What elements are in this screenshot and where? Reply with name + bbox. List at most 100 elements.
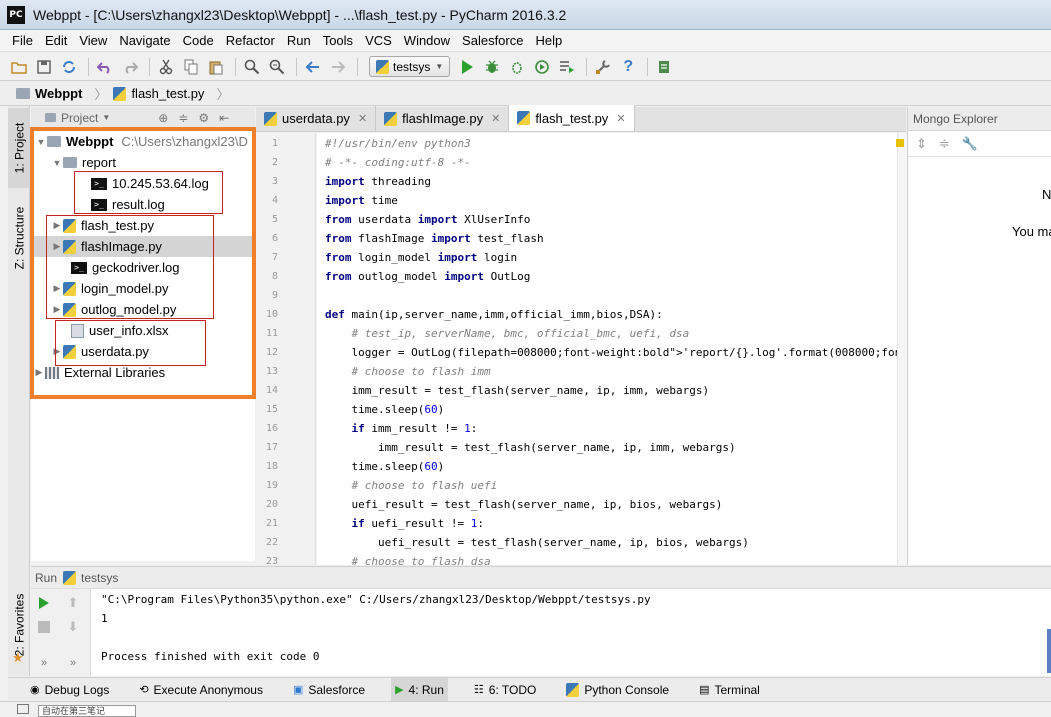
menu-run[interactable]: Run — [281, 33, 317, 48]
settings-wrench-icon[interactable] — [592, 56, 614, 78]
expand-all-icon[interactable]: ⇕ — [916, 136, 927, 152]
menu-view[interactable]: View — [73, 33, 113, 48]
code-line[interactable]: from outlog_model import OutLog — [325, 267, 530, 286]
up-arrow-icon[interactable]: ⬆ — [65, 595, 81, 611]
menu-help[interactable]: Help — [529, 33, 568, 48]
code-line[interactable]: # choose to flash dsa — [325, 552, 490, 565]
cut-icon[interactable] — [155, 56, 177, 78]
help-glyph: ? — [623, 57, 634, 75]
menu-salesforce[interactable]: Salesforce — [456, 33, 529, 48]
code-editor[interactable]: #!/usr/bin/env python3 # -*- coding:utf-8… — [317, 133, 897, 565]
run-configuration-dropdown[interactable]: testsys ▼ — [369, 56, 451, 77]
code-line[interactable]: if imm_result != 1: — [325, 419, 478, 438]
code-line[interactable]: time.sleep(60) — [325, 457, 444, 476]
menu-file[interactable]: File — [6, 33, 39, 48]
tab-userdata[interactable]: userdata.py ✕ — [256, 106, 377, 131]
vcs-update-icon[interactable] — [653, 56, 675, 78]
execute-anonymous-button[interactable]: ⟲ Execute Anonymous — [135, 678, 267, 702]
code-line[interactable]: logger = OutLog(filepath=008000;font-wei… — [325, 343, 897, 362]
find-icon[interactable] — [241, 56, 263, 78]
code-line[interactable]: #!/usr/bin/env python3 — [325, 134, 471, 153]
run-icon[interactable] — [456, 56, 478, 78]
code-line[interactable]: # -*- coding:utf-8 -*- — [325, 153, 471, 172]
code-line[interactable]: from flashImage import test_flash — [325, 229, 544, 248]
save-all-icon[interactable] — [33, 56, 55, 78]
console-scroll-thumb[interactable] — [1047, 629, 1051, 673]
forward-arrow-icon[interactable] — [327, 56, 349, 78]
menu-code[interactable]: Code — [177, 33, 220, 48]
sync-icon[interactable] — [58, 56, 80, 78]
scroll-from-source-icon[interactable]: ⊕ — [158, 111, 168, 125]
tab-flash-test-label: flash_test.py — [535, 110, 609, 126]
more-icon[interactable]: » — [36, 655, 52, 671]
code-line[interactable]: if uefi_result != 1: — [325, 514, 484, 533]
settings-wrench-icon[interactable]: 🔧 — [962, 136, 978, 152]
code-line[interactable]: uefi_result = test_flash(server_name, ip… — [325, 495, 722, 514]
run-tool-button[interactable]: ▶ 4: Run — [391, 677, 448, 702]
paste-icon[interactable] — [205, 56, 227, 78]
back-arrow-icon[interactable] — [302, 56, 324, 78]
debug-icon[interactable] — [481, 56, 503, 78]
redo-icon[interactable] — [119, 56, 141, 78]
gear-icon[interactable]: ⚙ — [198, 111, 209, 125]
run-label: Run — [35, 570, 58, 585]
menu-window[interactable]: Window — [398, 33, 456, 48]
toggle-tool-windows-icon[interactable] — [17, 704, 29, 714]
code-line[interactable]: import time — [325, 191, 398, 210]
collapse-all-icon[interactable]: ≑ — [178, 111, 188, 125]
editor-scrollbar[interactable] — [896, 133, 907, 565]
close-icon[interactable]: ✕ — [491, 112, 500, 125]
line-number: 10 — [265, 309, 278, 320]
annotation-box-red — [74, 171, 223, 214]
menu-navigate[interactable]: Navigate — [113, 33, 176, 48]
code-line[interactable]: # test_ip, serverName, bmc, official_bmc… — [325, 324, 689, 343]
line-number: 19 — [265, 480, 278, 491]
todo-button[interactable]: ☷ 6: TODO — [470, 678, 540, 702]
code-line[interactable]: def main(ip,server_name,imm,official_imm… — [325, 305, 663, 324]
hide-panel-icon[interactable]: ⇤ — [219, 111, 229, 125]
help-icon[interactable]: ? — [617, 56, 639, 78]
code-line[interactable]: import threading — [325, 172, 431, 191]
down-arrow-icon[interactable]: ⬇ — [65, 619, 81, 635]
collapse-all-icon[interactable]: ≑ — [939, 136, 950, 152]
tab-project[interactable]: 1: Project — [8, 108, 30, 188]
code-line[interactable]: uefi_result = test_flash(server_name, ip… — [325, 533, 749, 552]
code-line[interactable]: imm_result = test_flash(server_name, ip,… — [325, 438, 736, 457]
rerun-icon[interactable] — [36, 595, 52, 611]
code-line[interactable]: imm_result = test_flash(server_name, ip,… — [325, 381, 709, 400]
code-line[interactable]: # choose to flash uefi — [325, 476, 497, 495]
breadcrumb-file[interactable]: flash_test.py — [113, 86, 204, 101]
open-folder-icon[interactable] — [8, 56, 30, 78]
menu-tools[interactable]: Tools — [317, 33, 359, 48]
close-icon[interactable]: ✕ — [358, 112, 367, 125]
menu-refactor[interactable]: Refactor — [220, 33, 281, 48]
tab-flash-test[interactable]: flash_test.py ✕ — [509, 105, 635, 131]
project-header-label[interactable]: Project — [61, 111, 98, 125]
more-icon[interactable]: » — [65, 655, 81, 671]
execute-anonymous-label: Execute Anonymous — [153, 682, 263, 697]
stop-icon[interactable] — [36, 619, 52, 635]
code-line[interactable]: from login_model import login — [325, 248, 517, 267]
python-config-icon — [376, 59, 389, 74]
tab-flashimage[interactable]: flashImage.py ✕ — [376, 106, 510, 131]
close-icon[interactable]: ✕ — [616, 112, 625, 125]
run-config-name[interactable]: testsys — [81, 571, 118, 585]
tab-structure[interactable]: Z: Structure — [8, 198, 30, 278]
profile-icon[interactable] — [531, 56, 553, 78]
python-console-button[interactable]: Python Console — [562, 678, 673, 702]
breadcrumb-project[interactable]: Webppt — [16, 86, 82, 101]
terminal-button[interactable]: ▤ Terminal — [695, 678, 764, 702]
copy-icon[interactable] — [180, 56, 202, 78]
run-concurrency-icon[interactable] — [556, 56, 578, 78]
debug-logs-button[interactable]: ◉ Debug Logs — [26, 678, 113, 702]
coverage-icon[interactable] — [506, 56, 528, 78]
salesforce-button[interactable]: ▣ Salesforce — [289, 678, 369, 702]
undo-icon[interactable] — [94, 56, 116, 78]
menu-edit[interactable]: Edit — [39, 33, 73, 48]
code-line[interactable]: from userdata import XlUserInfo — [325, 210, 530, 229]
replace-icon[interactable] — [266, 56, 288, 78]
menu-vcs[interactable]: VCS — [359, 33, 398, 48]
code-line[interactable]: # choose to flash imm — [325, 362, 490, 381]
chevron-down-icon[interactable]: ▼ — [102, 113, 110, 122]
code-line[interactable]: time.sleep(60) — [325, 400, 444, 419]
